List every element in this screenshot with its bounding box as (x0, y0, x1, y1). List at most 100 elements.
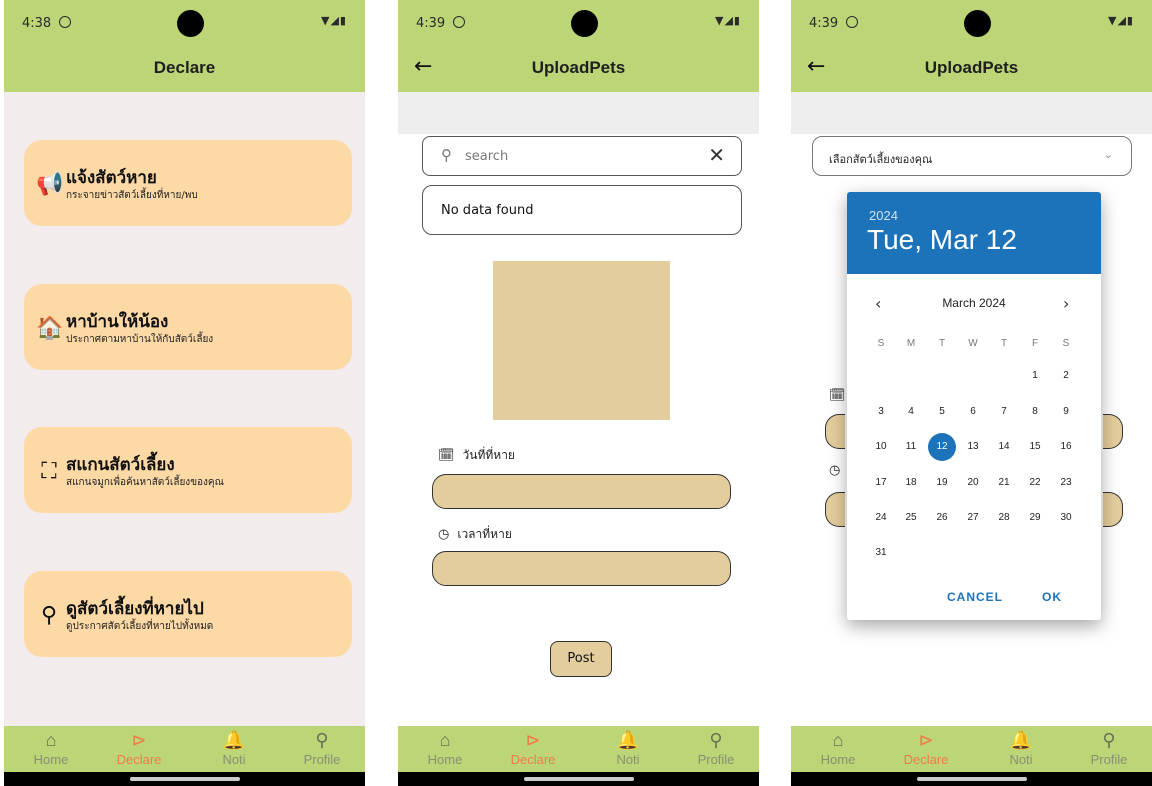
calendar-day[interactable]: 3 (867, 398, 895, 426)
pet-select-dropdown[interactable]: เลือกสัตว์เลี้ยงของคุณ ⌄ (812, 136, 1132, 176)
calendar-day[interactable]: 24 (867, 504, 895, 532)
screen-upload-pets-datepicker: 4:39 ▼◢▮ ← UploadPets เลือกสัตว์เลี้ยงขอ… (791, 0, 1152, 786)
calendar-day[interactable]: 22 (1021, 469, 1049, 497)
calendar-day[interactable]: 20 (959, 469, 987, 497)
calendar-day[interactable]: 28 (990, 504, 1018, 532)
date-field[interactable] (432, 474, 731, 509)
calendar-day[interactable]: 2 (1052, 362, 1080, 390)
calendar-day[interactable]: 16 (1052, 433, 1080, 461)
date-field-left (825, 414, 845, 449)
nav-home[interactable]: ⌂ Home (16, 728, 86, 767)
time-label: ◷ เวลาที่หาย (438, 527, 512, 542)
page-title: UploadPets (924, 58, 1019, 77)
profile-icon: ⚲ (709, 730, 723, 750)
card-subtitle: สแกนจมูกเพื่อค้นหาสัตว์เลี้ยงของคุณ (66, 477, 224, 488)
card-title: ดูสัตว์เลี้ยงที่หายไป (66, 599, 204, 619)
calendar-day[interactable]: 5 (928, 398, 956, 426)
calendar-day[interactable]: 15 (1021, 433, 1049, 461)
nav-profile[interactable]: ⚲ Profile (1074, 728, 1144, 767)
nav-declare[interactable]: ⊳ Declare (498, 728, 568, 767)
app-bar: ← UploadPets (791, 46, 1152, 92)
card-report-lost[interactable]: 📢 แจ้งสัตว์หาย กระจายข่าวสัตว์เลี้ยงที่ห… (24, 140, 352, 226)
signal-battery-icon: ▼◢▮ (1108, 14, 1134, 27)
calendar-day[interactable]: 6 (959, 398, 987, 426)
nav-noti[interactable]: 🔔 Noti (199, 728, 269, 767)
card-subtitle: กระจายข่าวสัตว์เลี้ยงที่หาย/พบ (66, 190, 198, 201)
sync-icon (453, 16, 465, 28)
nav-declare[interactable]: ⊳ Declare (891, 728, 961, 767)
weekday-label: S (877, 338, 885, 349)
search-results: No data found (422, 185, 742, 235)
spacer-bar (398, 92, 759, 134)
calendar-day[interactable]: 10 (867, 433, 895, 461)
screen-declare: 4:38 ▼◢▮ Declare 📢 แจ้งสัตว์หาย กระจายข่… (4, 0, 365, 786)
bottom-nav: ⌂ Home ⊳ Declare 🔔 Noti ⚲ Profile (791, 726, 1152, 772)
sync-icon (846, 16, 858, 28)
calendar-day[interactable]: 4 (897, 398, 925, 426)
card-title: หาบ้านให้น้อง (66, 312, 169, 332)
signal-battery-icon: ▼◢▮ (321, 14, 347, 27)
calendar-day[interactable]: 13 (959, 433, 987, 461)
calendar-day[interactable]: 25 (897, 504, 925, 532)
calendar-day[interactable]: 26 (928, 504, 956, 532)
scan-icon: ⛶ (41, 459, 57, 484)
card-title: แจ้งสัตว์หาย (66, 168, 157, 188)
gesture-bar (398, 772, 759, 786)
sync-icon (59, 16, 71, 28)
calendar-day[interactable]: 9 (1052, 398, 1080, 426)
screen-upload-pets: 4:39 ▼◢▮ ← UploadPets ⚲ search ✕ No data… (398, 0, 759, 786)
clock-icon: ◷ (829, 463, 841, 478)
post-button[interactable]: Post (550, 641, 612, 677)
bell-icon: 🔔 (616, 730, 640, 750)
ok-button[interactable]: OK (1042, 590, 1062, 604)
time-field-left (825, 492, 845, 527)
calendar-icon: 🗓 (438, 448, 455, 463)
nav-profile[interactable]: ⚲ Profile (681, 728, 751, 767)
nav-home[interactable]: ⌂ Home (803, 728, 873, 767)
nav-noti[interactable]: 🔔 Noti (986, 728, 1056, 767)
pet-image-placeholder[interactable] (493, 261, 670, 420)
search-input[interactable]: ⚲ search ✕ (422, 136, 742, 176)
nav-home[interactable]: ⌂ Home (410, 728, 480, 767)
calendar-day[interactable]: 18 (897, 469, 925, 497)
calendar-day[interactable]: 21 (990, 469, 1018, 497)
time-field[interactable] (432, 551, 731, 586)
card-find-home[interactable]: 🏠 หาบ้านให้น้อง ประกาศตามหาบ้านให้กับสัต… (24, 284, 352, 370)
cancel-button[interactable]: CANCEL (947, 590, 1003, 604)
nav-profile[interactable]: ⚲ Profile (287, 728, 357, 767)
calendar-day-selected[interactable]: 12 (928, 433, 956, 461)
calendar-day[interactable]: 1 (1021, 362, 1049, 390)
picker-year[interactable]: 2024 (869, 208, 898, 223)
next-month-icon[interactable]: › (1063, 294, 1069, 313)
bottom-nav: ⌂ Home ⊳ Declare 🔔 Noti ⚲ Profile (4, 726, 365, 772)
signal-battery-icon: ▼◢▮ (715, 14, 741, 27)
status-bar: 4:38 ▼◢▮ (4, 0, 365, 46)
time-field-right (1103, 492, 1123, 527)
status-time: 4:39 (809, 16, 839, 31)
nav-declare[interactable]: ⊳ Declare (104, 728, 174, 767)
declare-icon: ⊳ (525, 730, 541, 750)
calendar-day[interactable]: 11 (897, 433, 925, 461)
calendar-day[interactable]: 23 (1052, 469, 1080, 497)
weekday-label: M (906, 338, 916, 349)
status-bar: 4:39 ▼◢▮ (791, 0, 1152, 46)
home-icon: 🏠 (36, 316, 64, 341)
spacer-bar (791, 92, 1152, 134)
calendar-day[interactable]: 19 (928, 469, 956, 497)
date-picker-dialog: 2024 Tue, Mar 12 ‹ March 2024 › SMTWTFS1… (847, 192, 1101, 620)
calendar-day[interactable]: 29 (1021, 504, 1049, 532)
calendar-day[interactable]: 30 (1052, 504, 1080, 532)
calendar-day[interactable]: 31 (867, 539, 895, 567)
home-icon: ⌂ (439, 730, 451, 750)
calendar-day[interactable]: 14 (990, 433, 1018, 461)
close-icon[interactable]: ✕ (708, 143, 725, 167)
card-view-lost[interactable]: ⚲ ดูสัตว์เลี้ยงที่หายไป ดูประกาศสัตว์เลี… (24, 571, 352, 657)
nav-noti[interactable]: 🔔 Noti (593, 728, 663, 767)
calendar-day[interactable]: 8 (1021, 398, 1049, 426)
calendar-day[interactable]: 27 (959, 504, 987, 532)
calendar-day[interactable]: 17 (867, 469, 895, 497)
card-scan-pet[interactable]: ⛶ สแกนสัตว์เลี้ยง สแกนจมูกเพื่อค้นหาสัตว… (24, 427, 352, 513)
clock-icon: ◷ (438, 527, 450, 542)
weekday-label: F (1031, 338, 1039, 349)
calendar-day[interactable]: 7 (990, 398, 1018, 426)
